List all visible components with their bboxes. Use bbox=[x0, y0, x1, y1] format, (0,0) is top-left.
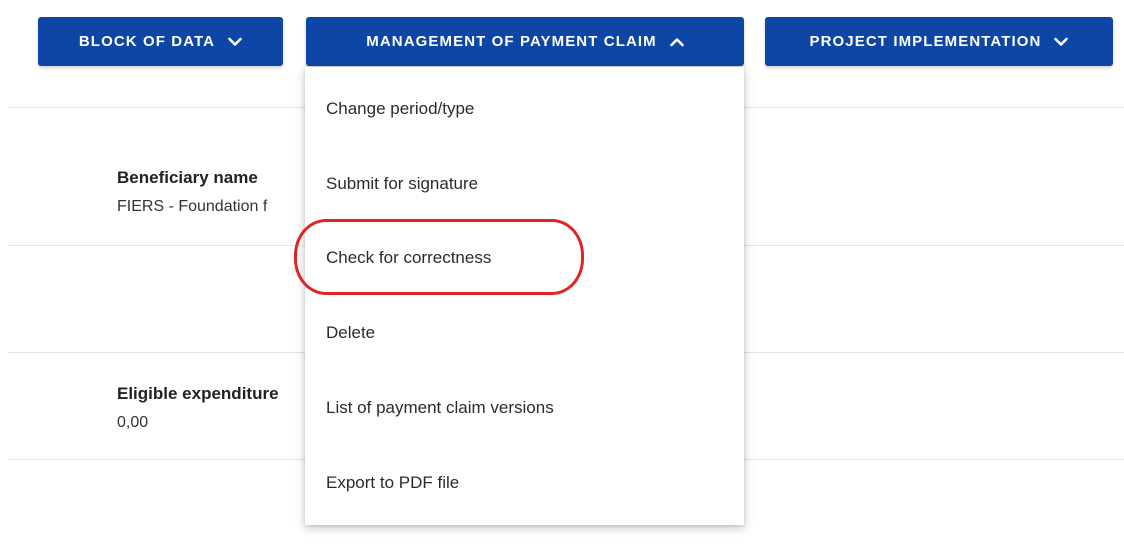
project-implementation-label: PROJECT IMPLEMENTATION bbox=[809, 33, 1042, 50]
block-of-data-button[interactable]: BLOCK OF DATA bbox=[38, 17, 283, 66]
beneficiary-name-label: Beneficiary name bbox=[117, 168, 258, 187]
menu-item-check-for-correctness[interactable]: Check for correctness bbox=[305, 228, 744, 288]
menu-item-list-of-payment-claim-versions[interactable]: List of payment claim versions bbox=[305, 378, 744, 438]
eligible-expenditure-label: Eligible expenditure bbox=[117, 384, 279, 403]
beneficiary-name-value: FIERS - Foundation f bbox=[117, 198, 268, 215]
project-implementation-button[interactable]: PROJECT IMPLEMENTATION bbox=[765, 17, 1113, 66]
payment-claim-dropdown-menu: Change period/type Submit for signature … bbox=[305, 67, 744, 525]
block-of-data-label: BLOCK OF DATA bbox=[78, 33, 216, 50]
chevron-down-icon bbox=[1054, 37, 1069, 47]
chevron-up-icon bbox=[669, 37, 684, 47]
management-of-payment-claim-button[interactable]: MANAGEMENT OF PAYMENT CLAIM bbox=[306, 17, 744, 66]
eligible-expenditure-value: 0,00 bbox=[117, 414, 149, 431]
menu-item-delete[interactable]: Delete bbox=[305, 303, 744, 363]
management-of-payment-claim-label: MANAGEMENT OF PAYMENT CLAIM bbox=[366, 33, 657, 50]
menu-item-change-period-type[interactable]: Change period/type bbox=[305, 79, 744, 139]
menu-item-submit-for-signature[interactable]: Submit for signature bbox=[305, 154, 744, 214]
page: BLOCK OF DATA MANAGEMENT OF PAYMENT CLAI… bbox=[0, 0, 1124, 556]
menu-item-export-to-pdf-file[interactable]: Export to PDF file bbox=[305, 453, 744, 513]
chevron-down-icon bbox=[228, 37, 242, 47]
